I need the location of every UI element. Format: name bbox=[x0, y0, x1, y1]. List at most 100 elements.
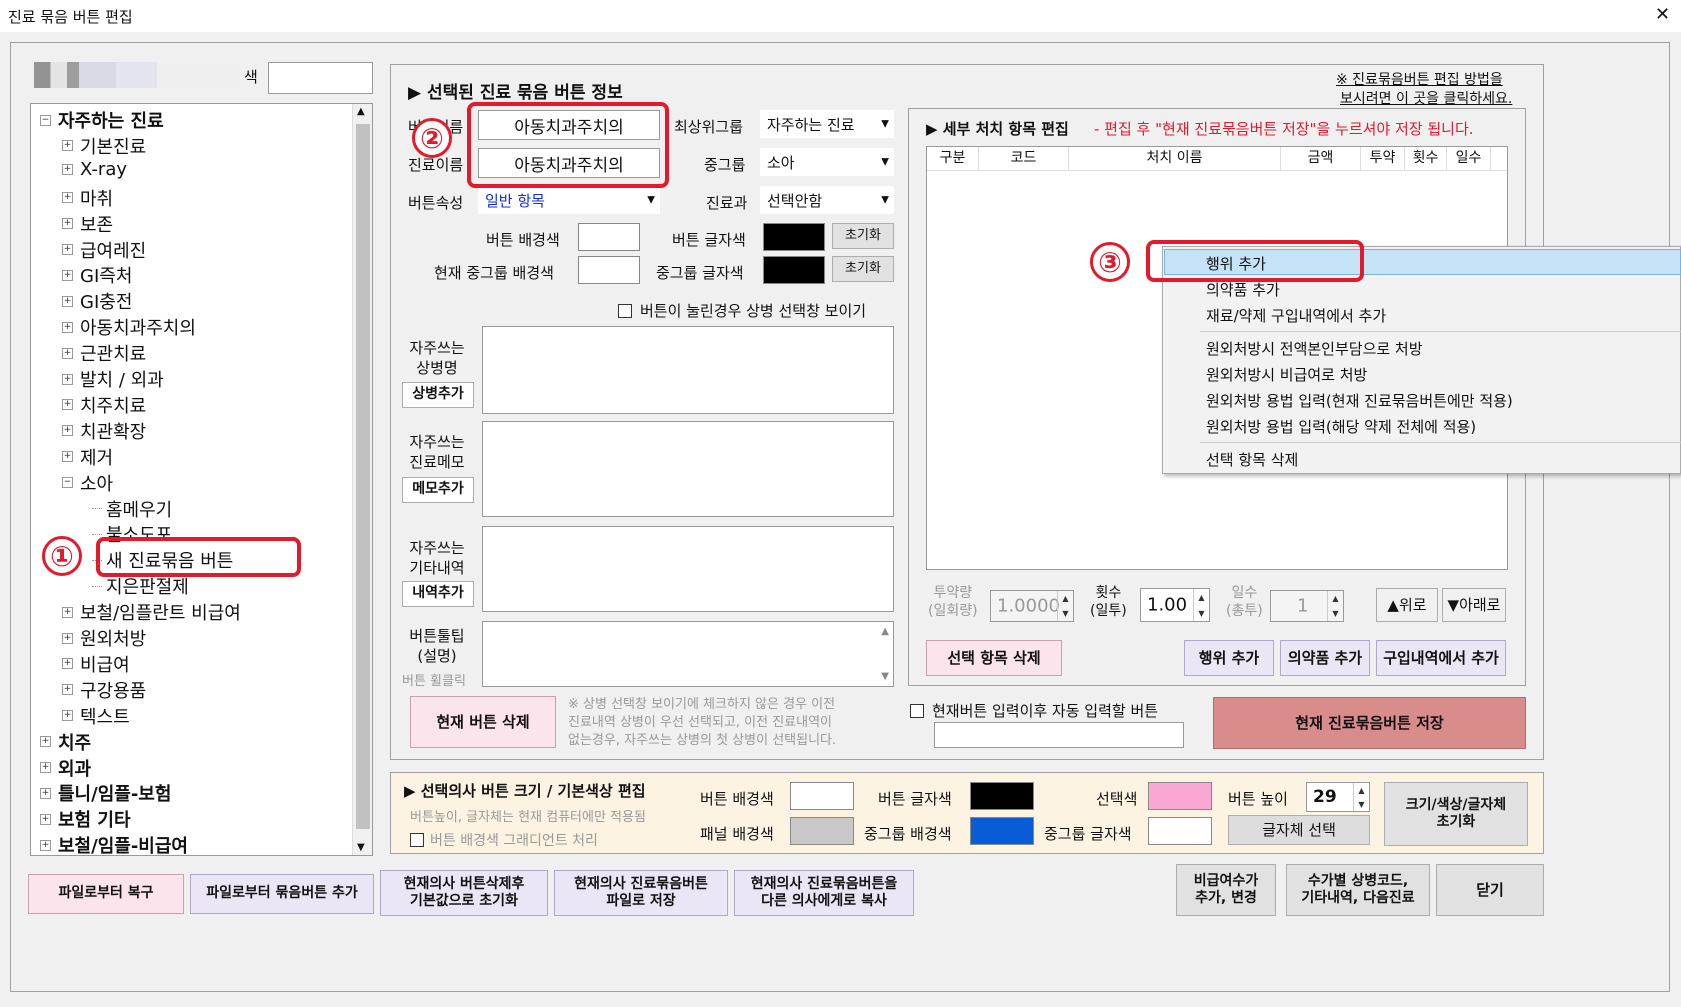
expand-icon[interactable]: + bbox=[40, 787, 51, 799]
expand-icon[interactable]: + bbox=[62, 321, 73, 333]
tree-item[interactable]: + 치주치료 bbox=[62, 392, 146, 418]
expand-icon[interactable]: + bbox=[62, 163, 73, 175]
mid-fg-swatch[interactable] bbox=[763, 256, 825, 284]
expand-icon[interactable]: + bbox=[62, 684, 73, 696]
tree-item[interactable]: + 치주 bbox=[40, 729, 91, 755]
add-drug-button[interactable]: 의약품 추가 bbox=[1280, 640, 1370, 676]
expand-icon[interactable]: − bbox=[40, 114, 51, 126]
expand-icon[interactable]: + bbox=[62, 373, 73, 385]
expand-icon[interactable]: + bbox=[62, 244, 73, 255]
menu-out-nonins[interactable]: 원외처방시 비급여로 처방 bbox=[1206, 364, 1367, 385]
tree-item[interactable]: + 구강용품 bbox=[62, 677, 146, 703]
size-btn-fg-swatch[interactable] bbox=[970, 782, 1034, 810]
expand-icon[interactable]: + bbox=[62, 710, 73, 722]
tree-item[interactable]: + X-ray bbox=[62, 159, 127, 180]
move-up-button[interactable]: ▲위로 bbox=[1376, 588, 1438, 622]
expand-icon[interactable]: + bbox=[62, 451, 73, 463]
tree-item[interactable]: + 보험 기타 bbox=[40, 806, 131, 832]
restore-from-file-button[interactable]: 파일로부터 복구 bbox=[28, 874, 184, 914]
expand-icon[interactable]: + bbox=[62, 347, 73, 359]
expand-icon[interactable]: + bbox=[62, 269, 73, 281]
btn-fg-swatch[interactable] bbox=[763, 223, 825, 251]
tree-item[interactable]: + 아동치과주치의 bbox=[62, 314, 196, 340]
menu-usage-all[interactable]: 원외처방 용법 입력(해당 약제 전체에 적용) bbox=[1206, 416, 1476, 437]
tree-item[interactable]: + 기본진료 bbox=[62, 133, 146, 159]
expand-icon[interactable]: + bbox=[62, 399, 73, 411]
expand-icon[interactable]: + bbox=[40, 813, 51, 825]
height-spinner[interactable]: 29 ▲ ▼ bbox=[1306, 782, 1370, 812]
add-from-file-button[interactable]: 파일로부터 묶음버튼 추가 bbox=[190, 874, 374, 914]
sel-color-swatch[interactable] bbox=[1148, 782, 1212, 810]
tree-item[interactable]: + 제거 bbox=[62, 444, 113, 470]
tree-item[interactable]: + 원외처방 bbox=[62, 625, 146, 651]
freq-etc-box[interactable] bbox=[482, 526, 894, 612]
size-mid-fg-swatch[interactable] bbox=[1148, 817, 1212, 845]
search-input[interactable] bbox=[268, 62, 373, 94]
expand-icon[interactable]: + bbox=[62, 425, 73, 437]
add-action-button[interactable]: 행위 추가 bbox=[1184, 640, 1274, 676]
tree-item[interactable]: + 근관치료 bbox=[62, 340, 146, 366]
tree-item[interactable]: + 마취 bbox=[62, 185, 113, 211]
size-reset-button[interactable]: 크기/색상/글자체 초기화 bbox=[1384, 782, 1528, 846]
tree-item[interactable]: + 틀니/임플-보험 bbox=[40, 780, 171, 806]
expand-icon[interactable]: − bbox=[62, 477, 73, 489]
add-etc-button[interactable]: 내역추가 bbox=[402, 581, 474, 607]
tree-item[interactable]: + GI즉처 bbox=[62, 262, 132, 288]
save-to-file-button[interactable]: 현재의사 진료묶음버튼 파일로 저장 bbox=[554, 870, 728, 916]
add-diag-button[interactable]: 상병추가 bbox=[402, 382, 474, 408]
font-select-button[interactable]: 글자체 선택 bbox=[1228, 815, 1370, 845]
gradient-checkbox[interactable] bbox=[410, 833, 424, 847]
tree-item[interactable]: − 소아 bbox=[62, 470, 113, 496]
nonins-fee-button[interactable]: 비급여수가 추가, 변경 bbox=[1176, 864, 1276, 916]
days-spinner[interactable]: 1 ▲ ▼ bbox=[1270, 590, 1344, 622]
expand-icon[interactable]: + bbox=[40, 839, 51, 851]
tree-item[interactable]: + 치관확장 bbox=[62, 418, 146, 444]
copy-to-doctor-button[interactable]: 현재의사 진료묶음버튼을 다른 의사에게로 복사 bbox=[734, 870, 914, 916]
tree-item[interactable]: + 발치 / 외과 bbox=[62, 366, 164, 392]
mid-bg-swatch[interactable] bbox=[578, 256, 640, 284]
tree-item[interactable]: + 비급여 bbox=[62, 651, 130, 677]
attr-select[interactable]: 일반 항목 ▼ bbox=[478, 186, 660, 214]
delete-current-button[interactable]: 현재 버튼 삭제 bbox=[410, 696, 556, 748]
move-down-button[interactable]: ▼아래로 bbox=[1442, 588, 1506, 622]
menu-out-full[interactable]: 원외처방시 전액본인부담으로 처방 bbox=[1206, 338, 1423, 359]
tree-item[interactable]: + 보철/임플란트 비급여 bbox=[62, 599, 241, 625]
freq-memo-box[interactable] bbox=[482, 421, 894, 517]
add-purchase-button[interactable]: 구입내역에서 추가 bbox=[1376, 640, 1506, 676]
expand-icon[interactable]: + bbox=[62, 632, 73, 644]
expand-icon[interactable]: + bbox=[62, 218, 73, 230]
tree-item[interactable]: + 보철/임플-비급여 bbox=[40, 832, 188, 858]
help-link-1[interactable]: ※ 진료묶음버튼 편집 방법을 bbox=[1336, 69, 1503, 89]
reset-default-button[interactable]: 현재의사 버튼삭제후 기본값으로 초기화 bbox=[380, 870, 548, 916]
delete-item-button[interactable]: 선택 항목 삭제 bbox=[926, 640, 1062, 676]
freq-diag-box[interactable] bbox=[482, 326, 894, 414]
auto-next-input[interactable] bbox=[934, 722, 1184, 748]
tree-item[interactable]: + 보존 bbox=[62, 211, 113, 237]
btn-bg-swatch[interactable] bbox=[578, 223, 640, 251]
expand-icon[interactable]: + bbox=[62, 192, 73, 204]
tree-scrollbar[interactable]: ▲ ▼ bbox=[352, 104, 372, 855]
expand-icon[interactable]: + bbox=[40, 762, 51, 773]
menu-delete-item[interactable]: 선택 항목 삭제 bbox=[1206, 449, 1298, 470]
add-memo-button[interactable]: 메모추가 bbox=[402, 477, 474, 503]
tree-item[interactable]: + 텍스트 bbox=[62, 703, 130, 729]
tree-item[interactable]: − 자주하는 진료 bbox=[40, 107, 164, 133]
panel-bg-swatch[interactable] bbox=[790, 817, 854, 845]
reset-mid-color-button[interactable]: 초기화 bbox=[832, 256, 894, 282]
help-link-2[interactable]: 보시려면 이 곳을 클릭하세요. bbox=[1340, 88, 1512, 108]
gradient-row[interactable]: 버튼 배경색 그래디언트 처리 bbox=[410, 830, 598, 850]
mid-group-select[interactable]: 소아 ▼ bbox=[760, 148, 894, 176]
expand-icon[interactable]: + bbox=[62, 658, 73, 670]
size-mid-bg-swatch[interactable] bbox=[970, 817, 1034, 845]
menu-add-drug[interactable]: 의약품 추가 bbox=[1206, 279, 1280, 300]
dose-spinner[interactable]: 1.0000 ▲ ▼ bbox=[990, 590, 1074, 622]
tooltip-box[interactable]: ▲ ▼ bbox=[482, 621, 894, 687]
size-btn-bg-swatch[interactable] bbox=[790, 782, 854, 810]
auto-next-checkbox[interactable] bbox=[910, 703, 924, 718]
top-group-select[interactable]: 자주하는 진료 ▼ bbox=[760, 110, 894, 138]
show-popup-checkbox[interactable] bbox=[618, 303, 632, 318]
expand-icon[interactable]: + bbox=[62, 140, 73, 152]
menu-usage-current[interactable]: 원외처방 용법 입력(현재 진료묶음버튼에만 적용) bbox=[1206, 390, 1513, 411]
close-button[interactable]: 닫기 bbox=[1436, 864, 1544, 916]
auto-next-row[interactable]: 현재버튼 입력이후 자동 입력할 버튼 bbox=[910, 700, 1158, 721]
